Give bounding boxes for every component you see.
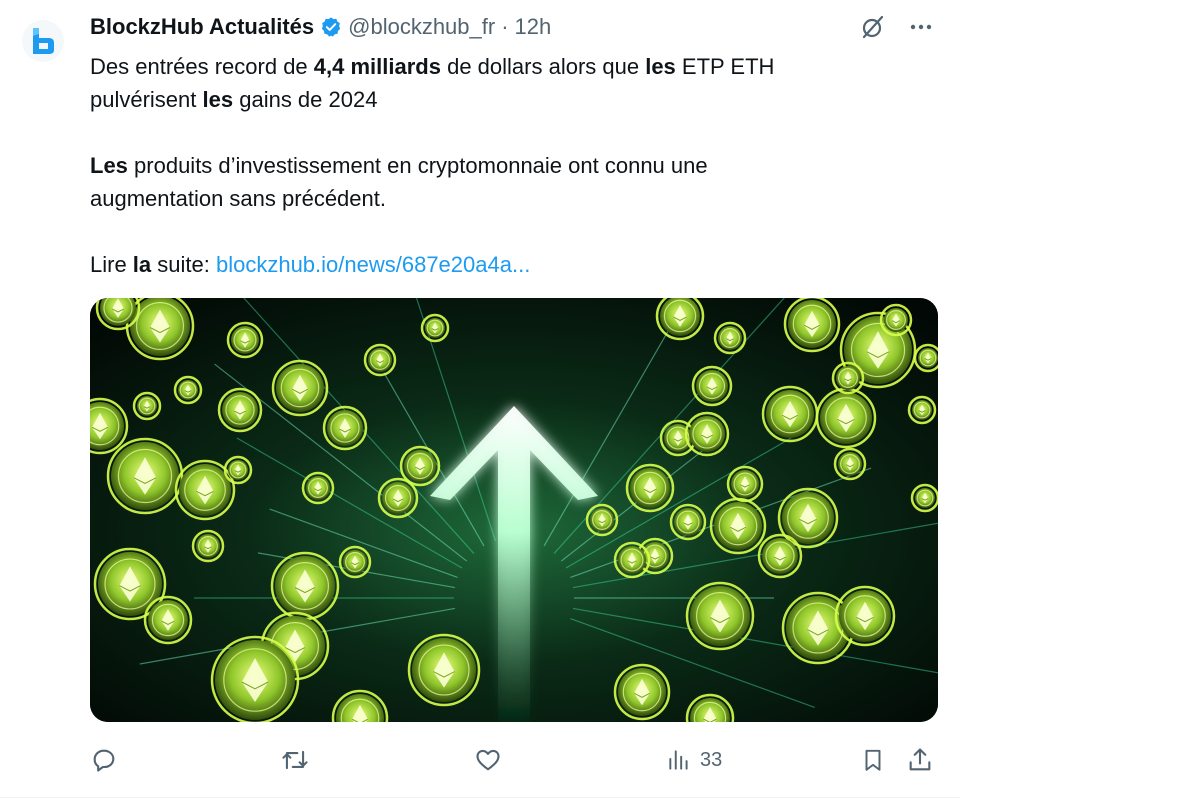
ethereum-coin (106, 437, 184, 515)
separator-dot: · (501, 14, 509, 39)
ethereum-coin (377, 477, 419, 519)
text-bold: 4,4 milliards (313, 54, 441, 79)
tweet-top-actions (860, 14, 934, 40)
ethereum-coin (270, 551, 340, 621)
text-run: suite: (151, 252, 216, 277)
text-run: Des entrées record de (90, 54, 314, 79)
grok-slash-circle-icon[interactable] (860, 14, 886, 40)
share-button[interactable] (906, 742, 934, 778)
ethereum-coin (363, 343, 397, 377)
ethereum-coin (613, 663, 671, 721)
ethereum-coin (271, 359, 329, 417)
ethereum-coin (95, 298, 141, 331)
ethereum-coin (625, 463, 675, 513)
ethereum-coin (191, 529, 225, 563)
views-bar-chart-icon (669, 750, 688, 770)
tweet-text: Des entrées record de 4,4 milliards de d… (90, 50, 890, 281)
heart-icon (476, 749, 500, 771)
ethereum-coin (210, 635, 300, 722)
ethereum-coin (226, 321, 264, 359)
verified-badge-icon (320, 16, 342, 38)
ethereum-coin (910, 483, 938, 513)
text-run: pulvérisent (90, 87, 203, 112)
retweet-icon (282, 750, 308, 770)
ethereum-coin (833, 447, 867, 481)
avatar[interactable] (22, 20, 64, 62)
ethereum-coin (125, 298, 195, 361)
ethereum-coin (831, 361, 865, 395)
tweet-text-line: pulvérisent les gains de 2024 (90, 83, 890, 116)
author-name[interactable]: BlockzHub Actualités (90, 14, 314, 40)
text-run: ETP ETH (675, 54, 775, 79)
tweet-text-line: augmentation sans précédent. (90, 182, 890, 215)
text-bold: les (202, 87, 234, 112)
ethereum-coin (132, 391, 162, 421)
views-button[interactable]: 33 (666, 742, 722, 778)
tweet-text-line: Des entrées record de 4,4 milliards de d… (90, 50, 890, 83)
article-link[interactable]: blockzhub.io/news/687e20a4a... (216, 252, 530, 277)
text-bold: Les (90, 153, 128, 178)
ethereum-coin (655, 298, 705, 341)
ethereum-coin (777, 487, 839, 549)
ethereum-coin (173, 375, 203, 405)
tweet-text-line: Lire la suite: blockzhub.io/news/687e20a… (90, 248, 890, 281)
share-icon (909, 748, 931, 771)
ethereum-coin (907, 395, 937, 425)
ethereum-coin (685, 581, 755, 651)
text-run: Lire (90, 252, 133, 277)
ethereum-coin (217, 387, 263, 433)
ethereum-coin (713, 321, 747, 355)
reply-button[interactable] (90, 742, 118, 778)
ethereum-coin (879, 303, 913, 337)
ethereum-coin (223, 455, 253, 485)
text-run: augmentation sans précédent. (90, 186, 386, 211)
ethereum-coin (709, 497, 767, 555)
bookmark-button[interactable] (860, 742, 886, 778)
text-bold: la (132, 252, 152, 277)
timestamp[interactable]: 12h (515, 14, 552, 40)
bookmark-icon (865, 749, 881, 771)
ethereum-coin (338, 545, 372, 579)
retweet-button[interactable] (280, 742, 310, 778)
text-run: produits d’investissement en cryptomonna… (127, 153, 708, 178)
ethereum-coin (613, 541, 651, 579)
ethereum-coin (834, 585, 896, 647)
ethereum-coin (420, 313, 450, 343)
more-horizontal-icon[interactable] (908, 14, 934, 40)
tweet-header: BlockzHub Actualités @blockzhub_fr · 12h (90, 12, 551, 42)
ethereum-coin (761, 385, 819, 443)
reply-icon (93, 749, 115, 772)
ethereum-coin (815, 387, 877, 449)
tweet-text-line: Les produits d’investissement en cryptom… (90, 149, 890, 182)
blockzhub-logo-icon (33, 28, 54, 54)
ethereum-coin (691, 365, 733, 407)
ethereum-coin (669, 503, 707, 541)
tweet-card[interactable]: BlockzHub Actualités @blockzhub_fr · 12h (0, 0, 960, 798)
ethereum-coin (143, 595, 193, 645)
like-button[interactable] (474, 742, 502, 778)
ethereum-coin (757, 533, 803, 579)
ethereum-coin (399, 445, 441, 487)
ethereum-coins-upward-arrow-image (90, 298, 938, 722)
tweet-media-image[interactable] (90, 298, 938, 722)
text-run: gains de 2024 (233, 87, 378, 112)
ethereum-coin (585, 503, 619, 537)
text-run: de dollars alors que (440, 54, 646, 79)
ethereum-coin (301, 471, 335, 505)
ethereum-coin (322, 405, 368, 451)
ethereum-coin (407, 633, 481, 707)
ethereum-coin (783, 298, 841, 353)
ethereum-coin (684, 411, 730, 457)
author-handle[interactable]: @blockzhub_fr (348, 14, 495, 40)
text-bold: les (645, 54, 676, 79)
ethereum-coin (726, 465, 764, 503)
views-count: 33 (700, 748, 723, 771)
tweet-actions: 33 (90, 742, 940, 778)
